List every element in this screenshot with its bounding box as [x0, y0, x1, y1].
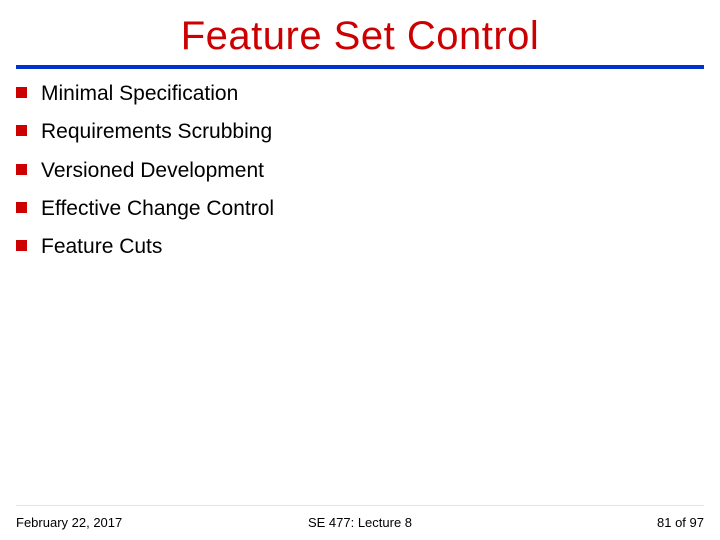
- footer-course: SE 477: Lecture 8: [0, 515, 720, 530]
- slide: Feature Set Control Minimal Specificatio…: [0, 0, 720, 540]
- footer-divider: [16, 505, 704, 506]
- list-item: Versioned Development: [16, 158, 704, 184]
- square-bullet-icon: [16, 125, 27, 136]
- footer-page-number: 81 of 97: [657, 515, 704, 530]
- list-item: Requirements Scrubbing: [16, 119, 704, 145]
- bullet-text: Feature Cuts: [41, 234, 162, 260]
- square-bullet-icon: [16, 202, 27, 213]
- square-bullet-icon: [16, 87, 27, 98]
- list-item: Minimal Specification: [16, 81, 704, 107]
- footer: February 22, 2017 SE 477: Lecture 8 81 o…: [0, 508, 720, 530]
- bullet-text: Minimal Specification: [41, 81, 238, 107]
- title-underline: [16, 65, 704, 69]
- bullet-text: Versioned Development: [41, 158, 264, 184]
- square-bullet-icon: [16, 240, 27, 251]
- slide-title: Feature Set Control: [0, 0, 720, 65]
- bullet-list: Minimal Specification Requirements Scrub…: [0, 81, 720, 260]
- square-bullet-icon: [16, 164, 27, 175]
- list-item: Feature Cuts: [16, 234, 704, 260]
- bullet-text: Effective Change Control: [41, 196, 274, 222]
- list-item: Effective Change Control: [16, 196, 704, 222]
- bullet-text: Requirements Scrubbing: [41, 119, 272, 145]
